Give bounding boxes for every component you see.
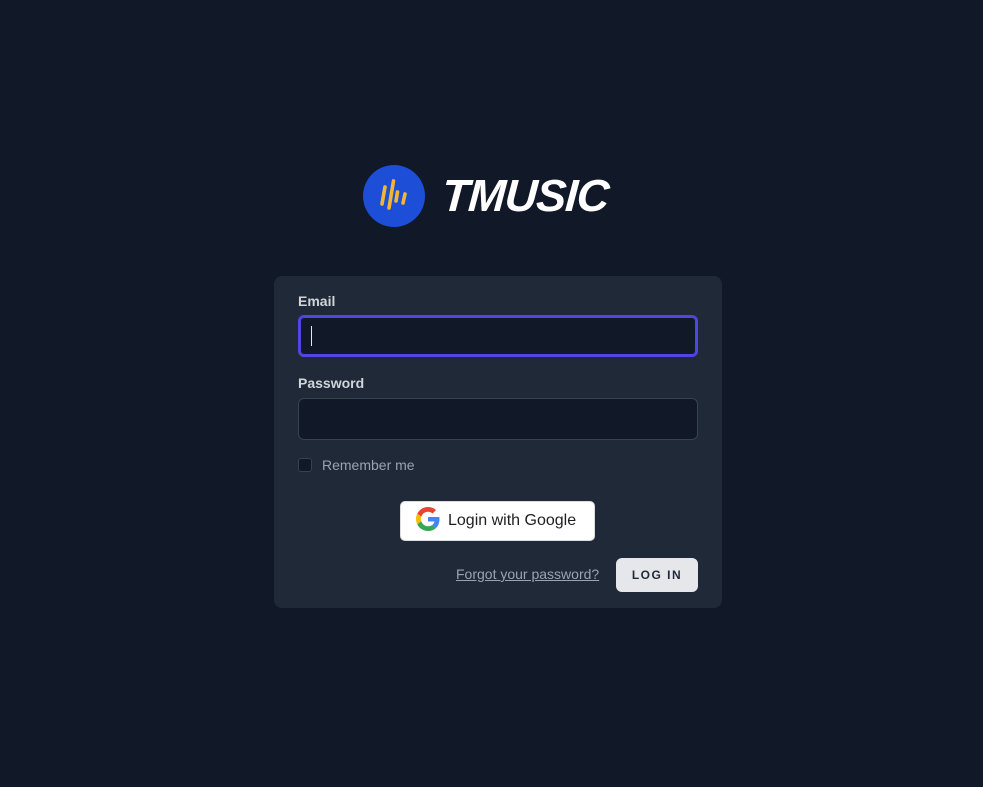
- soundwave-icon: [363, 164, 425, 227]
- google-icon: [416, 506, 440, 536]
- google-button-label: Login with Google: [448, 512, 577, 529]
- login-button[interactable]: LOG IN: [616, 558, 698, 592]
- remember-me-checkbox[interactable]: [298, 458, 312, 472]
- forgot-password-link[interactable]: Forgot your password?: [456, 566, 599, 582]
- login-with-google-button[interactable]: Login with Google: [400, 501, 595, 541]
- remember-me-label[interactable]: Remember me: [322, 457, 415, 473]
- brand-name: TMUSIC: [440, 170, 611, 221]
- email-field[interactable]: [298, 315, 698, 357]
- remember-me-row[interactable]: Remember me: [298, 457, 415, 473]
- brand-logo: TMUSIC: [363, 164, 611, 227]
- email-label: Email: [298, 293, 336, 309]
- login-card: Email Password Remember me Login with Go…: [274, 276, 722, 608]
- text-caret: [311, 326, 312, 346]
- password-label: Password: [298, 375, 365, 391]
- password-field[interactable]: [298, 398, 698, 440]
